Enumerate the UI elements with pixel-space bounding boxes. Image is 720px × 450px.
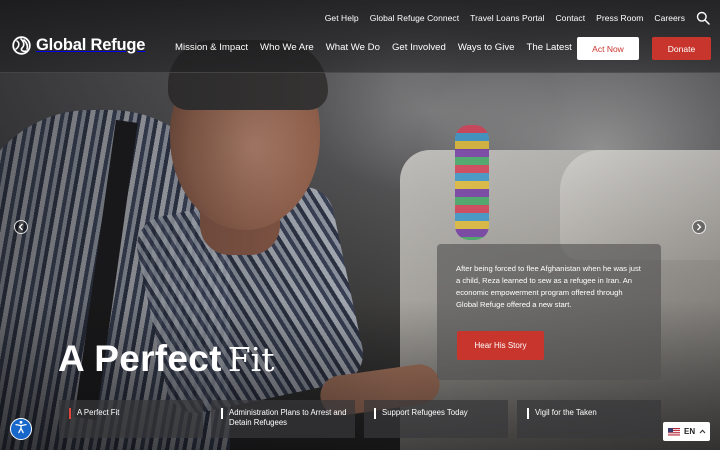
story-text: After being forced to flee Afghanistan w… [456,264,641,309]
main-nav: Mission & Impact Who We Are What We Do G… [175,42,584,53]
hero-title-light: Fit [227,340,275,379]
nav-what-we-do[interactable]: What We Do [326,42,380,53]
hear-his-story-button[interactable]: Hear His Story [457,331,544,360]
language-selector[interactable]: EN [663,422,710,441]
utility-nav: Get Help Global Refuge Connect Travel Lo… [314,9,710,27]
chevron-up-icon [699,428,706,435]
utility-link-global-refuge-connect[interactable]: Global Refuge Connect [370,13,459,23]
slide-tab-vigil-for-the-taken[interactable]: Vigil for the Taken [517,400,661,438]
utility-link-careers[interactable]: Careers [654,13,685,23]
chevron-right-icon [696,218,702,236]
nav-the-latest[interactable]: The Latest [527,42,572,53]
language-code: EN [684,427,696,436]
donate-button[interactable]: Donate [652,37,711,60]
nav-get-involved[interactable]: Get Involved [392,42,446,53]
slide-tab-label: A Perfect Fit [77,408,120,417]
nav-ways-to-give[interactable]: Ways to Give [458,42,515,53]
logo-text: Global Refuge [36,36,146,54]
nav-who-we-are[interactable]: Who We Are [260,42,314,53]
slide-tab-support-refugees[interactable]: Support Refugees Today [364,400,508,438]
globe-logo-icon [12,36,31,55]
hero-title-bold: A Perfect [58,338,222,379]
act-now-button[interactable]: Act Now [577,37,639,60]
chevron-left-icon [18,218,24,236]
utility-link-contact[interactable]: Contact [555,13,585,23]
accessibility-button[interactable] [10,418,32,440]
slide-tab-a-perfect-fit[interactable]: A Perfect Fit [59,400,203,438]
slide-tab-administration-plans[interactable]: Administration Plans to Arrest and Detai… [211,400,355,438]
slide-tab-label: Administration Plans to Arrest and Detai… [229,408,347,427]
accessibility-icon [14,420,28,439]
utility-link-get-help[interactable]: Get Help [325,13,359,23]
active-indicator [69,408,71,419]
carousel-next-button[interactable] [692,220,706,234]
nav-mission-impact[interactable]: Mission & Impact [175,42,248,53]
search-icon[interactable] [696,11,710,25]
site-logo[interactable]: Global Refuge [12,36,145,55]
us-flag-icon [668,427,680,436]
utility-link-travel-loans-portal[interactable]: Travel Loans Portal [470,13,544,23]
carousel-prev-button[interactable] [14,220,28,234]
slide-tab-label: Vigil for the Taken [535,408,597,417]
utility-link-press-room[interactable]: Press Room [596,13,643,23]
hero-title: A Perfect Fit [58,336,275,383]
site-header: Get Help Global Refuge Connect Travel Lo… [0,0,720,73]
slide-tab-label: Support Refugees Today [382,408,468,417]
